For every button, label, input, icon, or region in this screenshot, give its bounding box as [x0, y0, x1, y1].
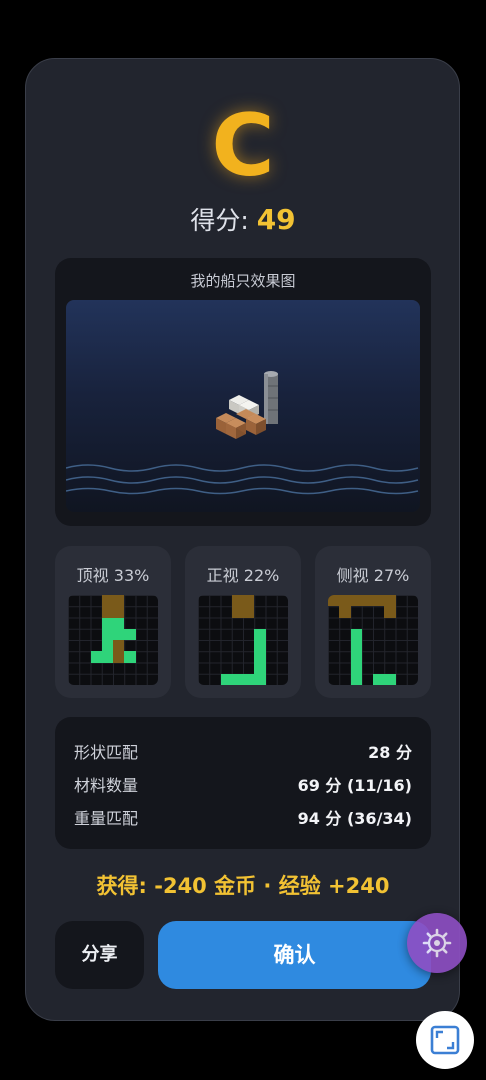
- stat-label: 重量匹配: [74, 809, 139, 828]
- share-button[interactable]: 分享: [55, 921, 144, 989]
- ship-scene: [66, 300, 420, 512]
- preview-title: 我的船只效果图: [190, 272, 296, 290]
- stat-value: 94 分 (36/34): [297, 809, 412, 828]
- ship-preview-panel: 我的船只效果图: [55, 258, 431, 526]
- front-view-grid: [198, 595, 288, 685]
- score-breakdown: 形状匹配 28 分 材料数量 69 分 (11/16) 重量匹配 94 分 (3…: [55, 717, 431, 849]
- side-view-grid: [328, 595, 418, 685]
- front-view-label: 正视 22%: [206, 566, 280, 585]
- frame-icon: [430, 1025, 460, 1055]
- waves: [66, 464, 419, 495]
- stat-shape-match: 形状匹配 28 分: [74, 739, 412, 763]
- stat-value: 28 分: [368, 743, 412, 762]
- top-view-label: 顶视 33%: [76, 566, 150, 585]
- stat-value: 69 分 (11/16): [297, 776, 412, 795]
- confirm-button[interactable]: 确认: [158, 921, 431, 989]
- score-value: 49: [256, 203, 296, 236]
- ship-render: [66, 371, 419, 495]
- gear-icon: [422, 928, 452, 958]
- reward-summary: 获得: -240 金币 · 经验 +240: [96, 874, 390, 898]
- side-view-card: 侧视 27%: [315, 546, 431, 698]
- top-view-card: 顶视 33%: [55, 546, 171, 698]
- settings-button[interactable]: [407, 913, 467, 973]
- grade-letter: C: [211, 96, 275, 196]
- stat-label: 材料数量: [74, 776, 139, 795]
- score-line: 得分: 49: [0, 200, 486, 241]
- stat-material-count: 材料数量 69 分 (11/16): [74, 772, 412, 796]
- top-view-grid: [68, 595, 158, 685]
- front-view-card: 正视 22%: [185, 546, 301, 698]
- side-view-label: 侧视 27%: [336, 566, 410, 585]
- mast-icon: [264, 371, 278, 424]
- score-label: 得分:: [190, 206, 249, 235]
- stat-weight-match: 重量匹配 94 分 (36/34): [74, 805, 412, 829]
- frame-button[interactable]: [416, 1011, 474, 1069]
- stat-label: 形状匹配: [74, 743, 139, 762]
